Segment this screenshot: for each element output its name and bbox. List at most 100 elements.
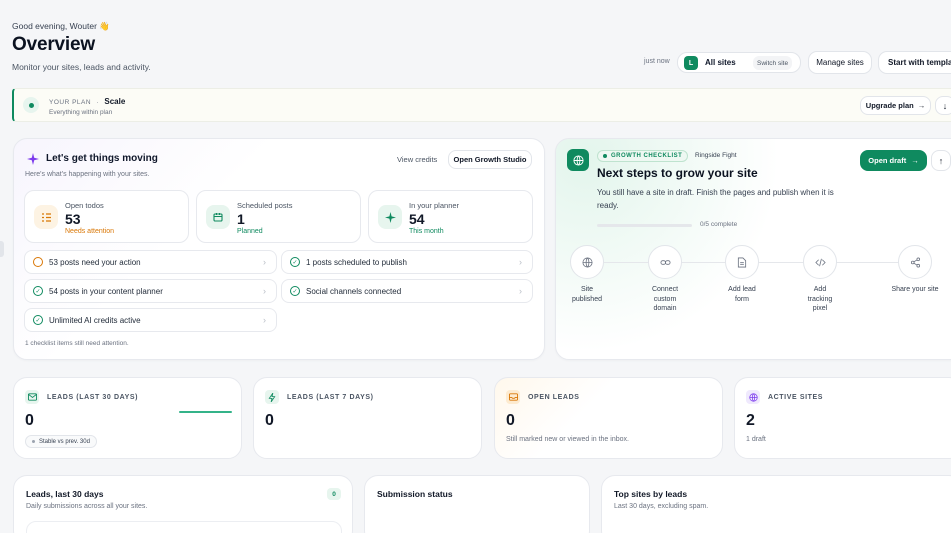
document-icon: [725, 245, 759, 279]
list-item-label: Social channels connected: [306, 286, 402, 296]
top-sites-card: Top sites by leads Last 30 days, excludi…: [601, 475, 951, 533]
site-label: All sites: [705, 58, 736, 67]
inbox-icon: [506, 390, 520, 404]
step-label: Add tracking pixel: [807, 286, 833, 312]
growth-progress-text: 0/5 complete: [700, 221, 738, 228]
chevron-right-icon: ›: [519, 286, 522, 296]
step-label: Site published: [572, 286, 602, 303]
chevron-right-icon: ›: [263, 315, 266, 325]
page-subtitle: Monitor your sites, leads and activity.: [12, 62, 151, 72]
list-item-planner[interactable]: ✓ 54 posts in your content planner ›: [24, 279, 277, 303]
step-tracking-pixel[interactable]: Add tracking pixel: [785, 245, 855, 314]
view-credits-link[interactable]: View credits: [397, 155, 437, 164]
kpi-label: LEADS (LAST 7 DAYS): [287, 394, 374, 401]
list-item-posts-action[interactable]: 53 posts need your action ›: [24, 250, 277, 274]
kpi-value: 0: [506, 412, 515, 429]
sidebar-handle[interactable]: [0, 241, 4, 257]
check-circle-icon: ✓: [290, 286, 300, 296]
kpi-sub: Still marked new or viewed in the inbox.: [506, 436, 629, 443]
stat-scheduled-posts[interactable]: Scheduled posts 1 Planned: [196, 190, 361, 243]
plan-status-icon: [23, 97, 39, 113]
page-title: Overview: [12, 34, 95, 55]
leads-chart-card: Leads, last 30 days Daily submissions ac…: [13, 475, 353, 533]
plan-desc: Everything within plan: [49, 109, 113, 116]
list-item-label: Unlimited AI credits active: [49, 315, 141, 325]
plan-separator: ·: [96, 99, 100, 106]
download-button[interactable]: ↓: [935, 96, 951, 115]
globe-icon: [570, 245, 604, 279]
scroll-up-button[interactable]: ↑: [931, 150, 951, 171]
kpi-value: 2: [746, 412, 755, 429]
switch-site-button[interactable]: Switch site: [753, 56, 793, 70]
stat-label: Open todos: [65, 201, 104, 210]
greeting: Good evening, Wouter 👋: [12, 21, 110, 31]
list-icon: [34, 205, 58, 229]
kpi-leads-30[interactable]: LEADS (LAST 30 DAYS) 0 Stable vs prev. 3…: [13, 377, 242, 459]
stat-label: Scheduled posts: [237, 201, 293, 210]
arrow-right-icon: →: [917, 101, 926, 110]
site-avatar: L: [684, 56, 698, 70]
step-label: Share your site: [891, 286, 939, 293]
open-draft-label: Open draft: [868, 156, 907, 165]
chevron-right-icon: ›: [263, 286, 266, 296]
chart-area: [26, 521, 342, 533]
chevron-right-icon: ›: [263, 257, 266, 267]
growth-badge-label: GROWTH CHECKLIST: [611, 153, 683, 159]
list-item-ai-credits[interactable]: ✓ Unlimited AI credits active ›: [24, 308, 277, 332]
step-connect-domain[interactable]: Connect custom domain: [630, 245, 700, 314]
mail-icon: [25, 390, 39, 404]
list-item-scheduled[interactable]: ✓ 1 posts scheduled to publish ›: [281, 250, 533, 274]
globe-icon: [746, 390, 760, 404]
stat-value: 54: [409, 211, 425, 227]
arrow-down-icon: ↓: [942, 100, 948, 111]
manage-sites-button[interactable]: Manage sites: [808, 51, 872, 74]
card-subtitle: Daily submissions across all your sites.: [26, 503, 148, 510]
stat-value: 53: [65, 211, 81, 227]
open-growth-studio-button[interactable]: Open Growth Studio: [448, 150, 532, 169]
status-dot-icon: [603, 154, 607, 158]
list-item-social[interactable]: ✓ Social channels connected ›: [281, 279, 533, 303]
globe-icon: [567, 149, 589, 171]
leads-count-badge: 0: [327, 488, 341, 500]
code-icon: [803, 245, 837, 279]
step-label: Connect custom domain: [651, 286, 679, 312]
checklist-footnote: 1 checklist items still need attention.: [25, 340, 129, 347]
kpi-leads-7[interactable]: LEADS (LAST 7 DAYS) 0: [253, 377, 482, 459]
kpi-active-sites[interactable]: ACTIVE SITES 2 1 draft: [734, 377, 951, 459]
step-site-published[interactable]: Site published: [552, 245, 622, 304]
growth-badge: GROWTH CHECKLIST: [597, 150, 689, 162]
kpi-value: 0: [25, 412, 34, 429]
growth-progress-track: [597, 224, 692, 227]
plan-name: Scale: [104, 97, 126, 106]
stat-in-planner[interactable]: In your planner 54 This month: [368, 190, 533, 243]
trend-badge-label: Stable vs prev. 30d: [39, 438, 90, 445]
card-subtitle: Last 30 days, excluding spam.: [614, 503, 709, 510]
start-template-button[interactable]: Start with template: [878, 51, 951, 74]
stat-sub: Needs attention: [65, 228, 115, 235]
things-moving-title: Let's get things moving: [46, 153, 158, 164]
step-label: Add lead form: [728, 286, 756, 303]
stat-open-todos[interactable]: Open todos 53 Needs attention: [24, 190, 189, 243]
step-add-lead-form[interactable]: Add lead form: [707, 245, 777, 304]
calendar-clock-icon: [206, 205, 230, 229]
status-dot-icon: [32, 440, 35, 443]
card-title: Top sites by leads: [614, 489, 688, 499]
submission-status-card: Submission status: [364, 475, 590, 533]
site-switcher[interactable]: L All sites Switch site: [677, 52, 801, 73]
kpi-label: OPEN LEADS: [528, 394, 580, 401]
growth-title: Next steps to grow your site: [597, 166, 758, 180]
upgrade-plan-button[interactable]: Upgrade plan →: [860, 96, 931, 115]
kpi-open-leads[interactable]: OPEN LEADS 0 Still marked new or viewed …: [494, 377, 723, 459]
open-draft-button[interactable]: Open draft →: [860, 150, 927, 171]
step-share-site[interactable]: Share your site: [880, 245, 950, 295]
lightning-icon: [265, 390, 279, 404]
sparkle-icon: [378, 205, 402, 229]
arrow-up-icon: ↑: [938, 155, 944, 166]
check-circle-icon: ✓: [33, 315, 43, 325]
check-circle-icon: ✓: [33, 286, 43, 296]
share-icon: [898, 245, 932, 279]
list-item-label: 54 posts in your content planner: [49, 286, 163, 296]
stat-sub: This month: [409, 228, 444, 235]
link-icon: [648, 245, 682, 279]
card-title: Submission status: [377, 489, 453, 499]
